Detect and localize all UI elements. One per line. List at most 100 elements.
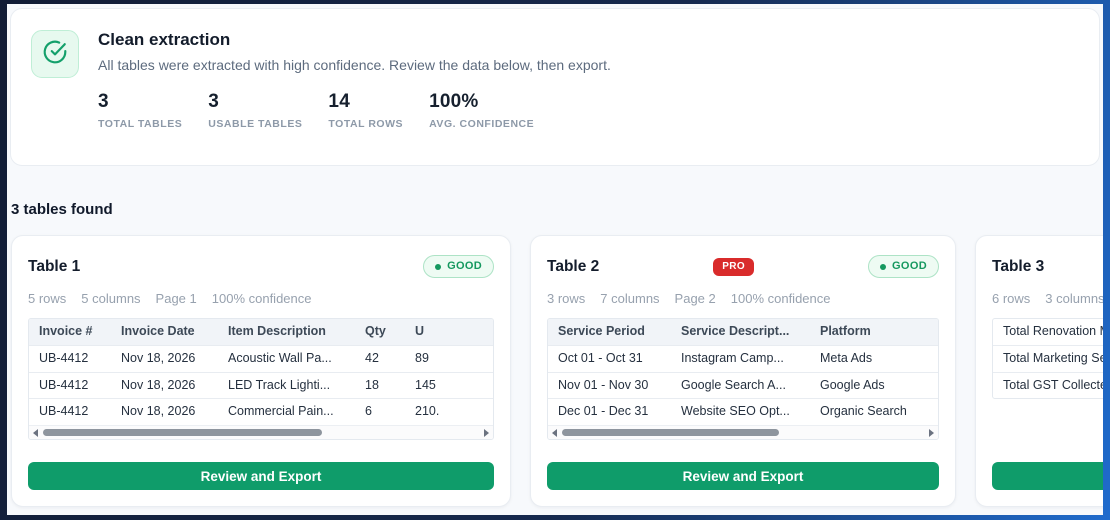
- cell: UB-4412: [29, 398, 111, 425]
- table-row: UB-4412 Nov 18, 2026 LED Track Lighti...…: [29, 371, 493, 399]
- column-header: U: [405, 319, 493, 346]
- stat-label: USABLE TABLES: [208, 118, 303, 131]
- scroll-track[interactable]: [43, 429, 479, 436]
- column-header: Qty: [355, 319, 405, 346]
- cell: Meta Ads: [810, 344, 938, 372]
- data-table: Invoice # Invoice Date Item Description …: [29, 319, 493, 425]
- table-row: Total Renovation Materials (... 7,629.00: [993, 319, 1103, 345]
- page-title: Clean extraction: [98, 30, 231, 49]
- column-header: Invoice #: [29, 319, 111, 346]
- column-header: Invoice Date: [111, 319, 218, 346]
- meta-rows: 6 rows: [992, 291, 1031, 306]
- table-header-row: Invoice # Invoice Date Item Description …: [29, 319, 493, 346]
- meta-rows: 5 rows: [28, 291, 67, 306]
- cell: Total Renovation Materials (...: [1003, 324, 1103, 338]
- cell: Acoustic Wall Pa...: [218, 344, 355, 372]
- table-row: Nov 01 - Nov 30 Google Search A... Googl…: [548, 371, 938, 399]
- h-scrollbar[interactable]: [29, 425, 493, 439]
- cell: LED Track Lighti...: [218, 371, 355, 399]
- table-row: Total Marketing Services (Be... 10,550.0…: [993, 344, 1103, 372]
- cell: Nov 18, 2026: [111, 398, 218, 425]
- table-cards-grid: Table 1 GOOD 5 rows 5 columns Page 1 100…: [11, 235, 1103, 507]
- cell: Commercial Pain...: [218, 398, 355, 425]
- stat-value: 3: [98, 91, 109, 113]
- scroll-thumb[interactable]: [562, 429, 780, 436]
- scroll-left-arrow-icon[interactable]: [552, 428, 557, 437]
- table-header-row: Service Period Service Descript... Platf…: [548, 319, 938, 346]
- meta-confidence: 100% confidence: [730, 291, 831, 306]
- column-header: Platform: [810, 319, 938, 346]
- page-subtitle: All tables were extracted with high conf…: [98, 57, 611, 74]
- window-frame: Clean extraction All tables were extract…: [0, 0, 1110, 520]
- table-card-2: Table 2 PRO GOOD 3 rows 7 columns Page 2…: [530, 235, 956, 507]
- table-title: Table 1: [28, 257, 81, 275]
- meta-page: Page 2: [674, 291, 716, 306]
- stat-total-tables: 3 TOTAL TABLES: [98, 91, 182, 130]
- cell: Google Ads: [810, 371, 938, 399]
- table-row: Total GST Collected: 761.45: [993, 371, 1103, 399]
- status-badge: GOOD: [423, 255, 494, 278]
- stat-label: TOTAL ROWS: [328, 118, 404, 131]
- meta-page: Page 1: [155, 291, 197, 306]
- cell: UB-4412: [29, 371, 111, 399]
- cell: 42: [355, 344, 405, 372]
- column-header: Service Descript...: [671, 319, 810, 346]
- status-label: GOOD: [892, 260, 927, 272]
- stat-label: TOTAL TABLES: [98, 118, 183, 131]
- cell: Total Marketing Services (Be...: [993, 344, 1103, 372]
- meta-columns: 7 columns: [600, 291, 660, 306]
- stats-row: 3 TOTAL TABLES 3 USABLE TABLES 14 TOTAL …: [98, 91, 611, 130]
- cell: 89: [405, 344, 493, 372]
- cell: Instagram Camp...: [671, 344, 810, 372]
- meta-rows: 3 rows: [547, 291, 586, 306]
- data-table: Total Renovation Materials (... 7,629.00…: [993, 319, 1103, 399]
- cell: Nov 01 - Nov 30: [548, 371, 671, 399]
- table-title: Table 3: [992, 257, 1045, 275]
- table-row: Dec 01 - Dec 31 Website SEO Opt... Organ…: [548, 398, 938, 425]
- table-meta: 6 rows 3 columns Page 2 100% confidence: [992, 291, 1103, 306]
- h-scrollbar[interactable]: [548, 425, 938, 439]
- pro-badge: PRO: [713, 257, 755, 276]
- meta-columns: 3 columns: [1045, 291, 1103, 306]
- meta-columns: 5 columns: [81, 291, 141, 306]
- status-label: GOOD: [447, 260, 482, 272]
- card-header: Table 2 PRO GOOD: [547, 255, 939, 278]
- table-card-1: Table 1 GOOD 5 rows 5 columns Page 1 100…: [11, 235, 511, 507]
- tables-found-heading: 3 tables found: [11, 201, 113, 218]
- stat-avg-confidence: 100% AVG. CONFIDENCE: [429, 91, 534, 130]
- status-dot-icon: [435, 263, 442, 270]
- table-meta: 5 rows 5 columns Page 1 100% confidence: [28, 291, 494, 306]
- cell: Dec 01 - Dec 31: [548, 398, 671, 425]
- card-header: Table 3 PRO GOOD: [992, 255, 1103, 278]
- cell: Google Search A...: [671, 371, 810, 399]
- table-meta: 3 rows 7 columns Page 2 100% confidence: [547, 291, 939, 306]
- data-table: Service Period Service Descript... Platf…: [548, 319, 938, 425]
- stat-value: 3: [208, 91, 220, 113]
- stat-usable-tables: 3 USABLE TABLES: [208, 91, 302, 130]
- scroll-right-arrow-icon[interactable]: [484, 428, 489, 437]
- review-export-button[interactable]: Review and Export: [992, 462, 1103, 490]
- table-preview: Service Period Service Descript... Platf…: [547, 318, 939, 440]
- review-export-button[interactable]: Review and Export: [547, 462, 939, 490]
- success-icon-tile: [31, 30, 79, 78]
- scroll-thumb[interactable]: [43, 429, 323, 436]
- cell: Oct 01 - Oct 31: [548, 344, 671, 372]
- table-title: Table 2: [547, 257, 600, 275]
- scroll-right-arrow-icon[interactable]: [929, 428, 934, 437]
- cell: 210.: [405, 398, 493, 425]
- review-export-button[interactable]: Review and Export: [28, 462, 494, 490]
- card-header: Table 1 GOOD: [28, 255, 494, 278]
- scroll-track[interactable]: [562, 429, 924, 436]
- stat-label: AVG. CONFIDENCE: [429, 118, 535, 131]
- column-header: Service Period: [548, 319, 671, 346]
- status-badge: GOOD: [868, 255, 939, 278]
- table-preview: Invoice # Invoice Date Item Description …: [28, 318, 494, 440]
- table-row: UB-4412 Nov 18, 2026 Commercial Pain... …: [29, 398, 493, 425]
- scroll-left-arrow-icon[interactable]: [33, 428, 38, 437]
- cell: UB-4412: [29, 344, 111, 372]
- stat-value: 14: [328, 91, 350, 113]
- extraction-results-page: Clean extraction All tables were extract…: [7, 4, 1103, 515]
- cell: 6: [355, 398, 405, 425]
- cell: Nov 18, 2026: [111, 371, 218, 399]
- table-preview: Total Renovation Materials (... 7,629.00…: [992, 318, 1103, 400]
